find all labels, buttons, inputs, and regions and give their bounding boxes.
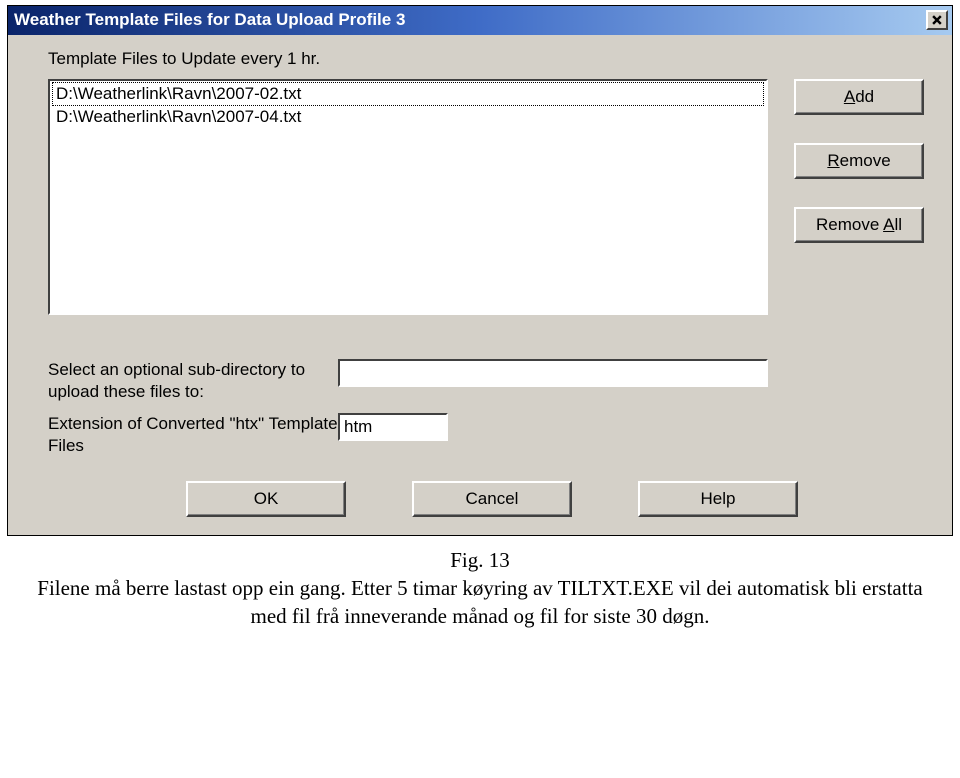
titlebar: Weather Template Files for Data Upload P… (8, 6, 952, 35)
remove-all-button[interactable]: Remove All (794, 207, 924, 243)
extension-label: Extension of Converted "htx" Template Fi… (48, 413, 338, 457)
help-button[interactable]: Help (638, 481, 798, 517)
close-button[interactable] (926, 10, 948, 30)
subdir-input[interactable] (338, 359, 768, 387)
list-item[interactable]: D:\Weatherlink\Ravn\2007-02.txt (52, 82, 764, 106)
template-files-listbox[interactable]: D:\Weatherlink\Ravn\2007-02.txt D:\Weath… (48, 79, 768, 315)
close-icon (932, 15, 943, 25)
cancel-button[interactable]: Cancel (412, 481, 572, 517)
figure-label: Fig. 13 (30, 546, 930, 574)
dialog-body: Template Files to Update every 1 hr. D:\… (8, 35, 952, 535)
dialog-window: Weather Template Files for Data Upload P… (7, 5, 953, 536)
remove-button[interactable]: Remove (794, 143, 924, 179)
template-files-label: Template Files to Update every 1 hr. (48, 49, 936, 69)
window-title: Weather Template Files for Data Upload P… (14, 10, 926, 30)
figure-caption: Fig. 13 Filene må berre lastast opp ein … (0, 546, 960, 630)
add-button[interactable]: Add (794, 79, 924, 115)
ok-button[interactable]: OK (186, 481, 346, 517)
subdir-label: Select an optional sub-directory to uplo… (48, 359, 338, 403)
caption-text: Filene må berre lastast opp ein gang. Et… (37, 576, 922, 628)
extension-input[interactable] (338, 413, 448, 441)
list-item[interactable]: D:\Weatherlink\Ravn\2007-04.txt (52, 106, 764, 128)
